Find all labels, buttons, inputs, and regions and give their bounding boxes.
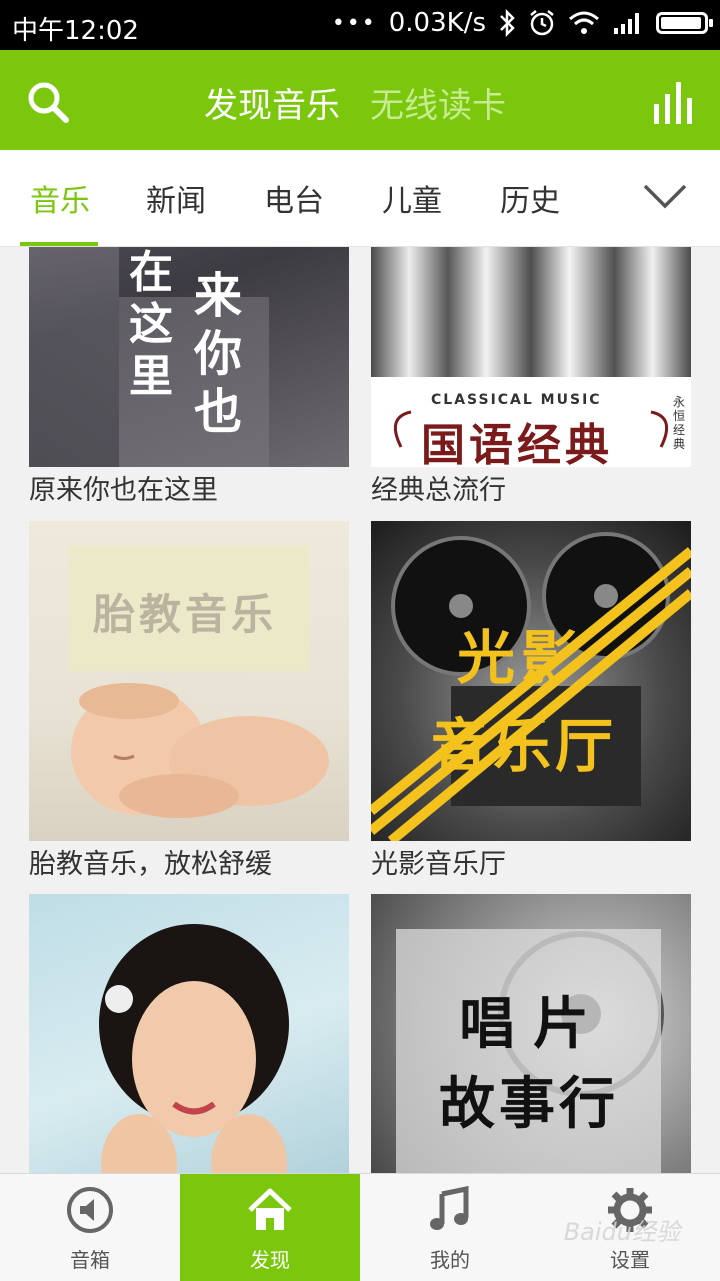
cover-text: 来	[194, 268, 243, 324]
app-header: 发现音乐 无线读卡	[0, 50, 720, 150]
cover-text: 光影	[457, 624, 586, 692]
cover-text: 胎教音乐	[93, 590, 278, 639]
tab-wireless-card-reader[interactable]: 无线读卡	[370, 78, 506, 127]
tab-discover-music[interactable]: 发现音乐	[204, 78, 340, 127]
cover-text: 这	[129, 299, 173, 350]
chevron-down-icon[interactable]	[642, 182, 688, 210]
cover-text: 在	[129, 247, 173, 298]
wifi-icon	[569, 11, 599, 34]
nav-mine[interactable]: 我的	[360, 1174, 540, 1281]
nav-speaker[interactable]: 音箱	[0, 1174, 180, 1281]
tab-music[interactable]: 音乐	[30, 176, 90, 220]
singer-portrait-image	[99, 924, 289, 1173]
playlist-card[interactable]: 在 这 里 来 你 也 原来你也在这里	[29, 247, 349, 515]
cover-text: 故事行	[439, 1071, 619, 1137]
status-bar: 中午12:02 ••• 0.03K/s	[0, 0, 720, 50]
tab-radio[interactable]: 电台	[264, 176, 324, 220]
playlist-cover[interactable]: 在 这 里 来 你 也	[29, 247, 349, 467]
playlist-cover[interactable]: CLASSICAL MUSIC 国语经典 永恒经典	[371, 247, 691, 467]
playlist-title[interactable]: 光影音乐厅	[371, 843, 691, 889]
cover-text: 音乐厅	[431, 712, 618, 780]
tab-children[interactable]: 儿童	[382, 176, 442, 220]
playlist-title[interactable]: 原来你也在这里	[29, 469, 349, 515]
home-icon	[248, 1188, 292, 1230]
playlist-card[interactable]	[29, 894, 349, 1173]
playlist-grid: 在 这 里 来 你 也 原来你也在这里 CLASSICAL MUSIC 国语经典…	[0, 247, 720, 1173]
playlist-cover[interactable]: 唱片 故事行	[371, 894, 691, 1173]
playlist-cover[interactable]: 光影 音乐厅	[371, 521, 691, 841]
search-icon[interactable]	[26, 80, 70, 124]
status-dots: •••	[331, 10, 377, 36]
cover-text: 你	[194, 326, 243, 382]
equalizer-icon[interactable]	[652, 80, 694, 124]
battery-icon	[656, 12, 713, 34]
playlist-title[interactable]: 经典总流行	[371, 469, 691, 515]
playlist-card[interactable]: 胎教音乐 胎教音乐，放松舒缓	[29, 521, 349, 889]
signal-icon	[614, 13, 639, 34]
baby-image	[71, 683, 329, 818]
watermark: Baidu经验	[563, 1218, 680, 1246]
playlist-card[interactable]: CLASSICAL MUSIC 国语经典 永恒经典 经典总流行	[371, 247, 691, 515]
tab-news[interactable]: 新闻	[146, 176, 206, 220]
nav-label: 音箱	[70, 1248, 110, 1272]
speaker-icon	[67, 1187, 113, 1233]
music-note-icon	[430, 1186, 469, 1230]
nav-label: 设置	[610, 1248, 650, 1272]
nav-label: 我的	[430, 1248, 470, 1272]
cover-text: 也	[194, 384, 243, 440]
cover-text: 里	[129, 351, 173, 402]
playlist-card[interactable]: 光影 音乐厅 光影音乐厅	[371, 521, 691, 889]
playlist-cover[interactable]: 胎教音乐	[29, 521, 349, 841]
playlist-title[interactable]: 胎教音乐，放松舒缓	[29, 843, 349, 889]
alarm-icon	[530, 10, 554, 36]
tab-history[interactable]: 历史	[500, 176, 560, 220]
cover-text: 唱片	[459, 991, 607, 1057]
playlist-card[interactable]: 唱片 故事行	[371, 894, 691, 1173]
nav-discover[interactable]: 发现	[180, 1174, 360, 1281]
active-tab-indicator	[20, 242, 98, 246]
status-time: 中午12:02	[12, 16, 139, 46]
bluetooth-icon	[500, 9, 515, 37]
decorative-swirl	[393, 410, 669, 448]
category-tabs: 音乐 新闻 电台 儿童 历史	[0, 150, 720, 247]
nav-label: 发现	[250, 1248, 290, 1272]
playlist-cover[interactable]	[29, 894, 349, 1173]
status-net-speed: 0.03K/s	[388, 8, 486, 38]
